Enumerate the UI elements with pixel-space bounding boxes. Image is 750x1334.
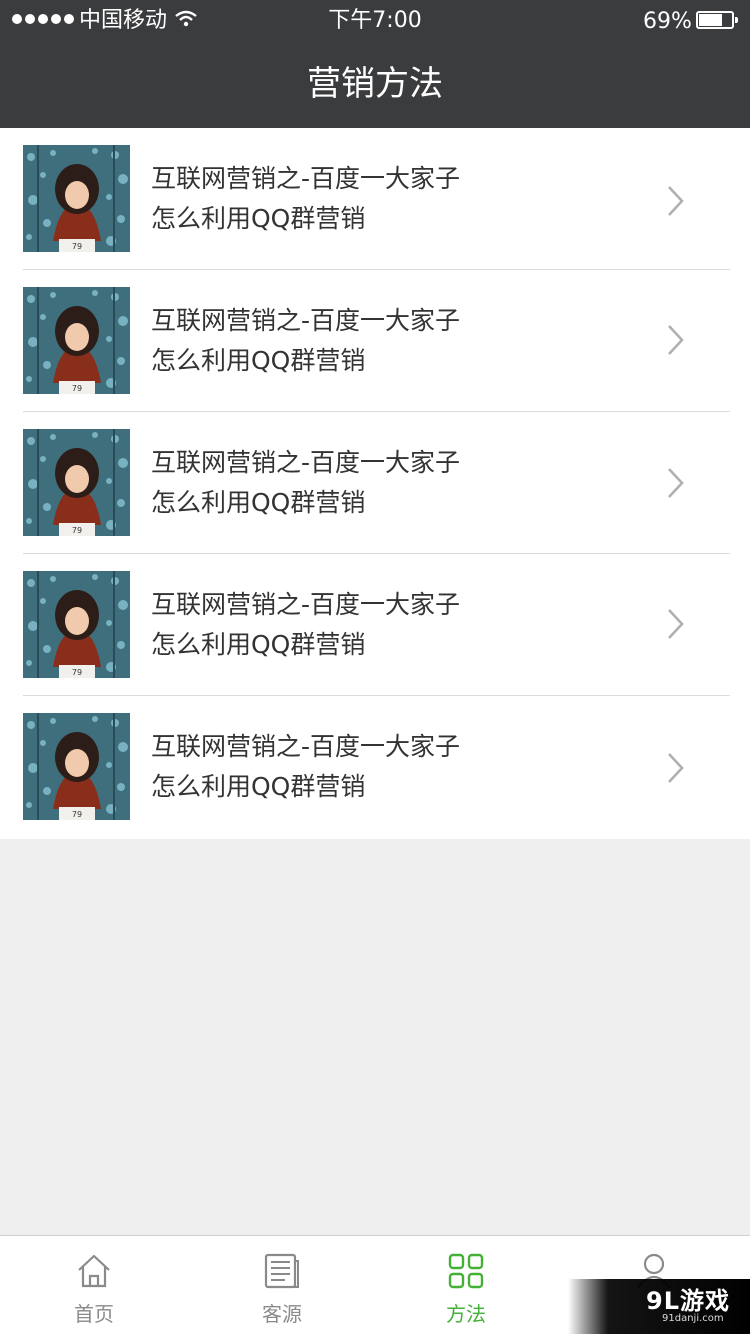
thumbnail-image: 79: [23, 571, 130, 678]
tab-home[interactable]: 首页: [0, 1236, 188, 1334]
grid-icon: [448, 1253, 484, 1289]
list-item[interactable]: 79 互联网营销之-百度一大家子 怎么利用QQ群营销: [23, 270, 730, 412]
tab-label: 方法: [446, 1302, 486, 1326]
status-time: 下午7:00: [328, 8, 422, 33]
page-title: 营销方法: [307, 64, 443, 104]
app-screen: 中国移动 下午7:00 69% 营销方法 79 互联网营销之-百度一大家子 怎么…: [0, 0, 750, 1334]
svg-text:79: 79: [72, 810, 82, 819]
item-subtitle: 怎么利用QQ群营销: [151, 204, 366, 233]
thumbnail-image: 79: [23, 713, 130, 820]
battery-percent: 69%: [643, 9, 692, 34]
list-item[interactable]: 79 互联网营销之-百度一大家子 怎么利用QQ群营销: [23, 554, 730, 696]
tab-label: 客源: [262, 1302, 302, 1326]
item-subtitle: 怎么利用QQ群营销: [151, 488, 366, 517]
thumbnail-image: 79: [23, 429, 130, 536]
home-icon: [78, 1254, 110, 1288]
article-list: 79 互联网营销之-百度一大家子 怎么利用QQ群营销 79 互联网营销之-百度一…: [0, 128, 750, 839]
item-subtitle: 怎么利用QQ群营销: [151, 630, 366, 659]
item-title: 互联网营销之-百度一大家子: [151, 306, 461, 335]
chevron-right-icon: [668, 186, 684, 216]
status-bar: 中国移动 下午7:00 69%: [0, 0, 750, 42]
document-icon: [264, 1253, 299, 1289]
chevron-right-icon: [668, 753, 684, 783]
header: 中国移动 下午7:00 69% 营销方法: [0, 0, 750, 128]
list-item[interactable]: 79 互联网营销之-百度一大家子 怎么利用QQ群营销: [23, 128, 730, 270]
item-title: 互联网营销之-百度一大家子: [151, 164, 461, 193]
tab-methods[interactable]: 方法: [372, 1236, 560, 1334]
item-subtitle: 怎么利用QQ群营销: [151, 346, 366, 375]
thumbnail-image: 79: [23, 287, 130, 394]
tab-label: 首页: [74, 1302, 114, 1326]
item-title: 互联网营销之-百度一大家子: [151, 448, 461, 477]
chevron-right-icon: [668, 325, 684, 355]
svg-text:79: 79: [72, 242, 82, 251]
item-subtitle: 怎么利用QQ群营销: [151, 772, 366, 801]
watermark-logo: 9L游戏: [646, 1287, 730, 1315]
tab-clients[interactable]: 客源: [188, 1236, 376, 1334]
site-watermark: 9L游戏 91danji.com: [568, 1279, 750, 1334]
item-title: 互联网营销之-百度一大家子: [151, 590, 461, 619]
chevron-right-icon: [668, 468, 684, 498]
chevron-right-icon: [668, 609, 684, 639]
svg-text:79: 79: [72, 668, 82, 677]
thumbnail-image: 79: [23, 145, 130, 252]
watermark-site: 91danji.com: [662, 1313, 724, 1324]
battery-icon: [696, 11, 738, 29]
svg-text:79: 79: [72, 384, 82, 393]
list-item[interactable]: 79 互联网营销之-百度一大家子 怎么利用QQ群营销: [23, 412, 730, 554]
svg-text:79: 79: [72, 526, 82, 535]
item-title: 互联网营销之-百度一大家子: [151, 732, 461, 761]
list-item[interactable]: 79 互联网营销之-百度一大家子 怎么利用QQ群营销: [23, 696, 730, 838]
